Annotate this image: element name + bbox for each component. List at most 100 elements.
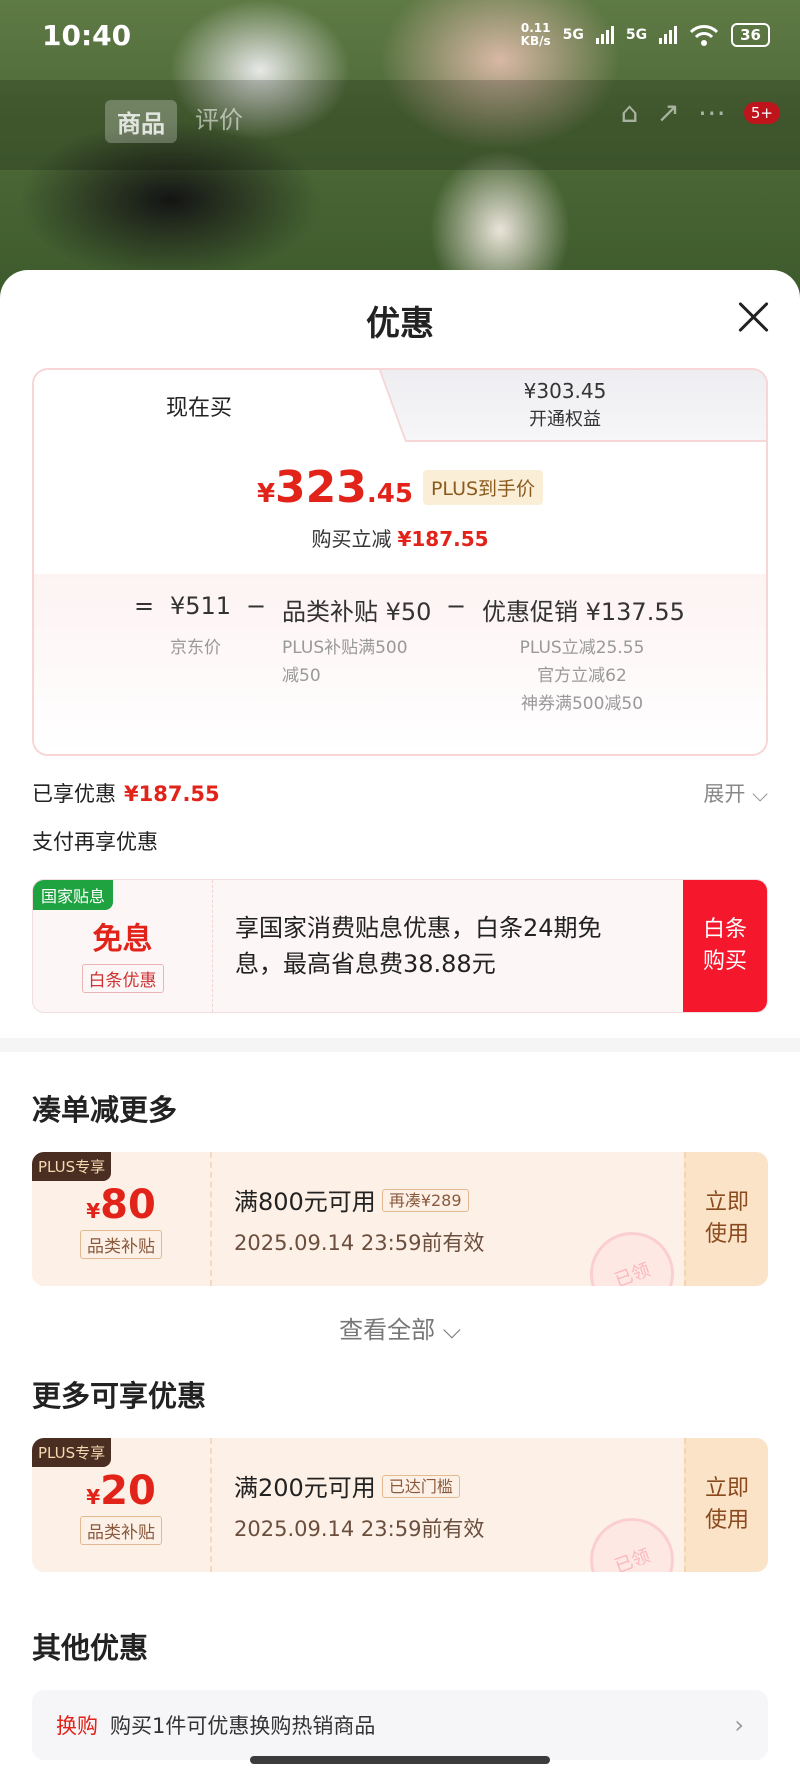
enjoyed-discount: 已享优惠 ¥187.55: [32, 778, 220, 808]
expand-button[interactable]: 展开 ⌵: [703, 778, 768, 808]
discount-sheet: 优惠 ¥303.45 开通权益 现在买 ¥323.45 PLUS到手价 购买立减…: [0, 270, 800, 1777]
use-now-label: 立即使用: [704, 1476, 749, 1533]
currency-symbol: ¥: [256, 479, 276, 509]
plus-exclusive-tag: PLUS专享: [32, 1438, 112, 1467]
price-decimal: .45: [366, 479, 413, 509]
baitiao-sub-tag: 白条优惠: [81, 964, 164, 993]
final-price: ¥323.45: [257, 462, 413, 513]
signal-icon: [595, 26, 614, 44]
tab-buy-now-label: 现在买: [165, 396, 232, 421]
chevron-right-icon: ›: [734, 1711, 744, 1739]
view-all-button[interactable]: 查看全部 ⌵: [0, 1310, 800, 1345]
coupon-expiry: 2025.09.14 23:59前有效: [234, 1231, 485, 1255]
interest-free-title: 免息: [92, 922, 153, 957]
coupon-info: 满800元可用 再凑¥289 2025.09.14 23:59前有效: [234, 1182, 484, 1257]
price-card: ¥303.45 开通权益 现在买 ¥323.45 PLUS到手价 购买立减 ¥18…: [32, 368, 768, 756]
subsidy-line: 减50: [282, 666, 321, 686]
plus-exclusive-tag: PLUS专享: [32, 1152, 112, 1181]
coupon-card[interactable]: ¥80 品类补贴 PLUS专享 满800元可用 再凑¥289 2025.09.14…: [32, 1152, 768, 1286]
plus-price-tag: PLUS到手价: [422, 470, 544, 505]
coupon-chip: 已达门槛: [381, 1475, 460, 1498]
close-icon[interactable]: [736, 300, 770, 334]
sheet-title: 优惠: [366, 304, 434, 344]
category-subsidy-detail: PLUS补贴满500 减50: [282, 634, 408, 690]
subsidy-line: PLUS补贴满500: [282, 638, 408, 658]
coupon-condition: 满200元可用: [234, 1474, 376, 1502]
currency-symbol: ¥: [86, 1485, 101, 1509]
base-price-label: 京东价: [170, 638, 221, 658]
status-icons: 0.11 KB/s 5G 5G 36: [521, 22, 770, 48]
formula-minus: −: [446, 592, 467, 620]
share-icon[interactable]: ↗: [656, 96, 679, 129]
reduce-label: 购买立减: [311, 527, 392, 551]
product-nav-tabs: 商品 评价: [105, 100, 243, 143]
trade-in-text: 购买1件可优惠换购热销商品: [110, 1714, 376, 1738]
pay-more-title: 支付再享优惠: [32, 830, 158, 854]
nav-actions: ⌂ ↗ ⋯ 5+: [621, 96, 780, 129]
national-subsidy-tag: 国家贴息: [33, 880, 114, 910]
sheet-header: 优惠: [0, 270, 800, 365]
promotion-line: PLUS立减25.55: [519, 638, 645, 658]
formula-category-subsidy: 品类补贴 ¥50: [282, 598, 432, 626]
status-bar: 10:40 0.11 KB/s 5G 5G 36: [0, 0, 800, 70]
home-indicator[interactable]: [250, 1756, 550, 1764]
trade-in-row[interactable]: 换购 购买1件可优惠换购热销商品 ›: [32, 1690, 768, 1760]
coupon-amount: ¥80: [32, 1182, 210, 1228]
coupon-amount-value: 20: [100, 1468, 156, 1514]
reduce-value: ¥187.55: [397, 527, 489, 551]
home-icon[interactable]: ⌂: [621, 96, 639, 129]
more-icon[interactable]: ⋯: [698, 96, 726, 129]
section-title-more-discounts: 凑单减更多: [32, 1093, 178, 1127]
section-title-other-discounts: 其他优惠: [32, 1631, 149, 1665]
formula-equals: =: [134, 592, 155, 620]
status-time: 10:40: [42, 18, 132, 52]
tab-plus-price: ¥303.45: [523, 379, 607, 403]
baitiao-buy-label: 白条购买: [702, 917, 747, 974]
signal-icon: [659, 26, 678, 44]
tab-product[interactable]: 商品: [105, 100, 177, 143]
battery-icon: 36: [731, 23, 770, 47]
net-speed-unit: KB/s: [520, 34, 551, 48]
enjoyed-label: 已享优惠: [32, 782, 116, 806]
wifi-icon: [690, 25, 719, 46]
received-stamp: 已领: [578, 1506, 686, 1572]
coupon-info: 满200元可用 已达门槛 2025.09.14 23:59前有效: [234, 1468, 484, 1543]
promotion-line: 官方立减62: [537, 666, 627, 686]
price-integer: 323: [275, 462, 367, 513]
signal-2-label: 5G: [625, 27, 648, 43]
coupon-amount-value: 80: [100, 1182, 156, 1228]
price-tabs: ¥303.45 开通权益 现在买: [34, 370, 766, 442]
baitiao-interest-free-card[interactable]: 免息 白条优惠 国家贴息 享国家消费贴息优惠，白条24期免息，最高省息费38.8…: [32, 879, 768, 1013]
promotion-line: 神券满500减50: [520, 694, 644, 714]
use-now-label: 立即使用: [704, 1190, 749, 1247]
trade-in-tag: 换购: [56, 1714, 98, 1738]
message-badge[interactable]: 5+: [743, 101, 780, 124]
tab-plus-label: 开通权益: [529, 409, 601, 430]
baitiao-buy-button[interactable]: 白条购买: [683, 880, 767, 1012]
section-divider: [0, 1038, 800, 1052]
signal-1-label: 5G: [562, 27, 584, 43]
coupon-type: 品类补贴: [80, 1230, 162, 1259]
use-now-button[interactable]: 立即使用: [684, 1438, 768, 1572]
price-formula: = ¥511 − 品类补贴 ¥50 − 优惠促销 ¥137.55 京东价 PLU…: [34, 574, 766, 754]
coupon-card[interactable]: ¥20 品类补贴 PLUS专享 满200元可用 已达门槛 2025.09.14 2…: [32, 1438, 768, 1572]
tab-review[interactable]: 评价: [195, 100, 243, 143]
coupon-condition: 满800元可用: [234, 1188, 376, 1216]
coupon-expiry: 2025.09.14 23:59前有效: [234, 1517, 485, 1541]
baitiao-description: 享国家消费贴息优惠，白条24期免息，最高省息费38.88元: [235, 914, 602, 978]
use-now-button[interactable]: 立即使用: [684, 1152, 768, 1286]
tab-buy-now[interactable]: 现在买: [34, 370, 364, 442]
enjoyed-value: ¥187.55: [124, 782, 220, 806]
net-speed: 0.11 KB/s: [521, 22, 551, 48]
coupon-amount: ¥20: [32, 1468, 210, 1514]
coupon-chip: 再凑¥289: [381, 1189, 469, 1212]
formula-minus: −: [246, 592, 267, 620]
section-title-extra-discounts: 更多可享优惠: [32, 1379, 207, 1413]
received-stamp: 已领: [578, 1220, 686, 1286]
currency-symbol: ¥: [86, 1199, 101, 1223]
promotion-detail: PLUS立减25.55 官方立减62 神券满500减50: [482, 634, 682, 718]
purchase-reduction: 购买立减 ¥187.55: [34, 523, 766, 552]
formula-base-price: ¥511: [170, 592, 232, 620]
final-price-block: ¥323.45 PLUS到手价 购买立减 ¥187.55: [34, 442, 766, 552]
coupon-type: 品类补贴: [80, 1516, 162, 1545]
